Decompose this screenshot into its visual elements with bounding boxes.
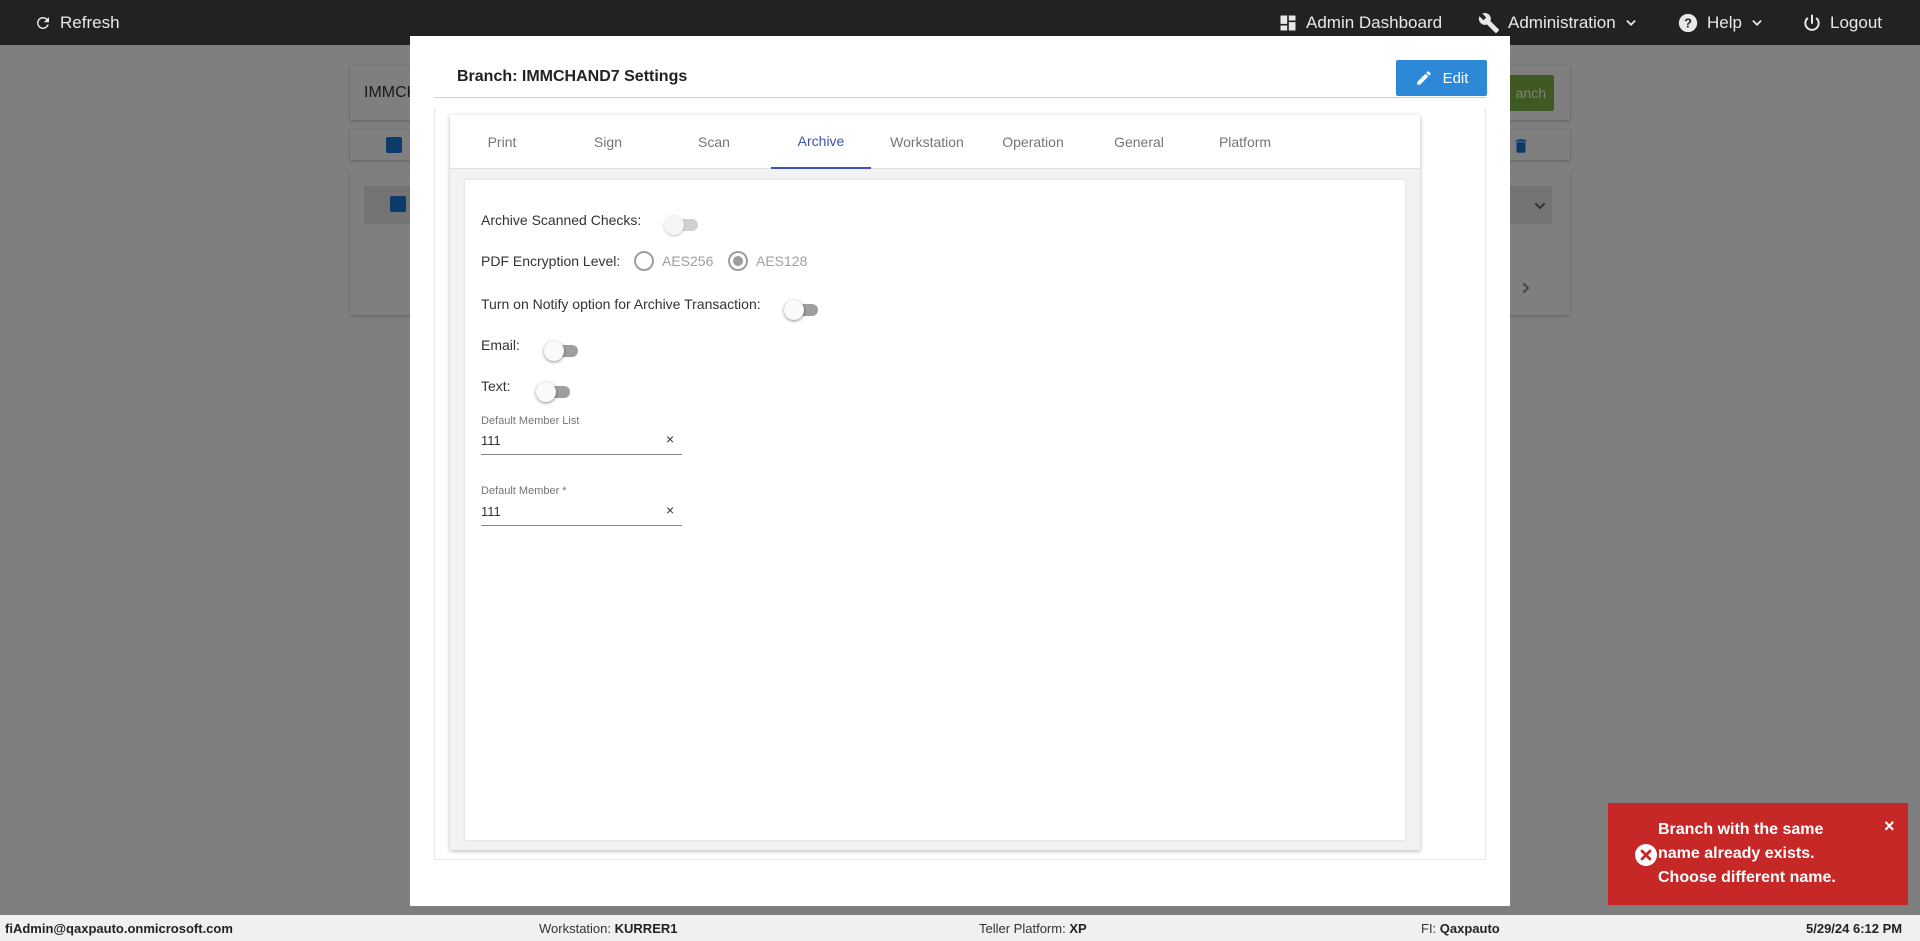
status-bar: fiAdmin@qaxpauto.onmicrosoft.com Worksta… bbox=[0, 915, 1920, 941]
status-datetime: 5/29/24 6:12 PM bbox=[1806, 921, 1903, 936]
pencil-icon bbox=[1416, 71, 1431, 85]
dialog-title: Branch: IMMCHAND7 Settings bbox=[457, 68, 688, 85]
edit-button[interactable]: Edit bbox=[1396, 60, 1487, 96]
chevron-down-icon bbox=[1752, 19, 1762, 26]
email-label: Email: bbox=[481, 337, 520, 353]
chevron-down-icon bbox=[1626, 19, 1636, 26]
logout-button[interactable]: Logout bbox=[1802, 0, 1882, 45]
radio-selected-dot bbox=[733, 256, 743, 266]
help-label: Help bbox=[1707, 12, 1742, 32]
help-menu[interactable]: ? Help bbox=[1677, 0, 1764, 45]
toggle-knob bbox=[784, 300, 804, 320]
refresh-button[interactable]: Refresh bbox=[34, 0, 120, 45]
tab-sign[interactable]: Sign bbox=[558, 115, 658, 169]
power-icon bbox=[1804, 14, 1820, 31]
default-member-list-input[interactable]: 111 bbox=[481, 433, 501, 448]
dashboard-icon bbox=[1280, 15, 1296, 30]
aes128-radio[interactable] bbox=[728, 251, 748, 271]
clear-member-list-icon[interactable]: × bbox=[666, 431, 674, 447]
edit-label: Edit bbox=[1442, 69, 1469, 87]
tab-operation[interactable]: Operation bbox=[983, 115, 1083, 169]
aes128-label: AES128 bbox=[756, 253, 808, 269]
pdf-encryption-label: PDF Encryption Level: bbox=[481, 253, 621, 269]
text-toggle[interactable] bbox=[536, 380, 570, 402]
tab-archive[interactable]: Archive bbox=[771, 115, 871, 169]
clear-member-icon[interactable]: × bbox=[666, 502, 674, 518]
aes256-radio[interactable] bbox=[634, 251, 654, 271]
notify-archive-transaction-toggle[interactable] bbox=[784, 298, 818, 320]
help-icon: ? bbox=[1678, 13, 1698, 32]
default-member-underline bbox=[481, 525, 682, 526]
toast-message: Branch with the same name already exists… bbox=[1658, 821, 1836, 886]
status-teller-platform: Teller Platform: XP bbox=[979, 921, 1087, 936]
admin-dashboard-label: Admin Dashboard bbox=[1306, 12, 1443, 32]
tab-scan[interactable]: Scan bbox=[664, 115, 764, 169]
refresh-label: Refresh bbox=[60, 12, 120, 32]
toggle-knob bbox=[544, 341, 564, 361]
tab-platform[interactable]: Platform bbox=[1195, 115, 1295, 169]
status-fi: FI: Qaxpauto bbox=[1421, 921, 1500, 936]
status-workstation: Workstation: KURRER1 bbox=[539, 921, 678, 936]
text-label: Text: bbox=[481, 378, 511, 394]
aes256-label: AES256 bbox=[662, 253, 714, 269]
archive-scanned-checks-label: Archive Scanned Checks: bbox=[481, 212, 642, 228]
tab-workstation[interactable]: Workstation bbox=[877, 115, 977, 169]
wrench-icon bbox=[1478, 12, 1500, 33]
logout-label: Logout bbox=[1830, 12, 1882, 32]
toggle-knob bbox=[664, 215, 684, 235]
tab-print[interactable]: Print bbox=[452, 115, 552, 169]
default-member-input[interactable]: 111 bbox=[481, 504, 501, 519]
default-member-label: Default Member * bbox=[481, 485, 567, 497]
refresh-icon bbox=[36, 16, 49, 29]
tab-general[interactable]: General bbox=[1089, 115, 1189, 169]
status-user: fiAdmin@qaxpauto.onmicrosoft.com bbox=[5, 921, 233, 936]
svg-text:?: ? bbox=[1684, 15, 1692, 30]
administration-label: Administration bbox=[1508, 12, 1616, 32]
error-toast: Branch with the same name already exists… bbox=[1608, 803, 1908, 905]
default-member-list-label: Default Member List bbox=[481, 415, 580, 427]
close-icon[interactable]: × bbox=[1884, 816, 1895, 837]
notify-archive-transaction-label: Turn on Notify option for Archive Transa… bbox=[481, 296, 761, 312]
archive-settings-panel bbox=[465, 180, 1405, 840]
error-circle-icon bbox=[1635, 844, 1657, 866]
email-toggle[interactable] bbox=[544, 339, 578, 361]
default-member-list-underline bbox=[481, 454, 682, 455]
archive-scanned-checks-toggle[interactable] bbox=[664, 213, 698, 235]
toggle-knob bbox=[536, 382, 556, 402]
